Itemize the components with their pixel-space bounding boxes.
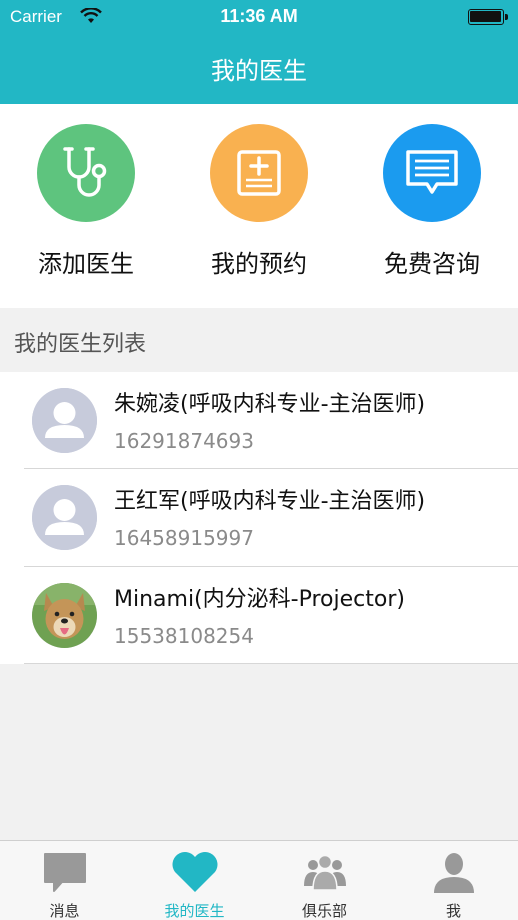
group-icon bbox=[260, 849, 389, 895]
person-icon bbox=[389, 849, 518, 895]
chat-bubble-icon bbox=[383, 124, 481, 222]
doctor-name: 王红军(呼吸内科专业-主治医师) bbox=[114, 489, 426, 514]
doctor-name: Minami(内分泌科-Projector) bbox=[114, 587, 405, 612]
dog-photo-avatar bbox=[32, 583, 97, 648]
status-time: 11:36 AM bbox=[220, 6, 298, 26]
doctor-name: 朱婉凌(呼吸内科专业-主治医师) bbox=[114, 392, 426, 417]
doctor-row[interactable]: 朱婉凌(呼吸内科专业-主治医师) 16291874693 bbox=[0, 372, 518, 469]
my-appointments-button[interactable]: 我的预约 bbox=[184, 124, 334, 279]
avatar bbox=[32, 583, 97, 648]
heart-icon bbox=[130, 849, 259, 895]
my-appointments-label: 我的预约 bbox=[211, 250, 307, 278]
tab-my-doctors-label: 我的医生 bbox=[164, 902, 225, 920]
doctor-list: 朱婉凌(呼吸内科专业-主治医师) 16291874693 王红军(呼吸内科专业-… bbox=[0, 372, 518, 664]
tab-me-label: 我 bbox=[445, 902, 461, 920]
doctor-phone: 16291874693 bbox=[114, 429, 254, 453]
nav-header: Carrier 11:36 AM 我的医生 bbox=[0, 0, 518, 104]
doctor-phone: 16458915997 bbox=[114, 526, 254, 550]
divider bbox=[24, 663, 518, 664]
page-title: 我的医生 bbox=[211, 57, 307, 85]
tab-club-label: 俱乐部 bbox=[301, 902, 347, 920]
quick-actions: 添加医生 我的预约 免费咨询 bbox=[0, 104, 518, 308]
default-avatar-icon bbox=[32, 485, 97, 550]
tab-messages-label: 消息 bbox=[49, 902, 80, 920]
medical-record-icon bbox=[210, 124, 308, 222]
tab-messages[interactable]: 消息 bbox=[0, 841, 129, 920]
avatar bbox=[32, 388, 97, 453]
add-doctor-button[interactable]: 添加医生 bbox=[11, 124, 161, 279]
status-bar: Carrier 11:36 AM bbox=[0, 0, 518, 34]
free-consult-button[interactable]: 免费咨询 bbox=[357, 124, 507, 279]
avatar bbox=[32, 485, 97, 550]
default-avatar-icon bbox=[32, 388, 97, 453]
doctor-row[interactable]: Minami(内分泌科-Projector) 15538108254 bbox=[0, 567, 518, 664]
section-title: 我的医生列表 bbox=[0, 308, 518, 372]
battery-icon bbox=[468, 9, 508, 25]
message-icon bbox=[0, 849, 129, 895]
tab-club[interactable]: 俱乐部 bbox=[260, 841, 389, 920]
free-consult-label: 免费咨询 bbox=[384, 250, 480, 278]
doctor-phone: 15538108254 bbox=[114, 624, 254, 648]
add-doctor-label: 添加医生 bbox=[38, 250, 134, 278]
doctor-row[interactable]: 王红军(呼吸内科专业-主治医师) 16458915997 bbox=[0, 469, 518, 567]
tab-my-doctors[interactable]: 我的医生 bbox=[130, 841, 259, 920]
stethoscope-icon bbox=[37, 124, 135, 222]
tab-bar: 消息 我的医生 俱乐部 我 bbox=[0, 840, 518, 920]
tab-me[interactable]: 我 bbox=[389, 841, 518, 920]
